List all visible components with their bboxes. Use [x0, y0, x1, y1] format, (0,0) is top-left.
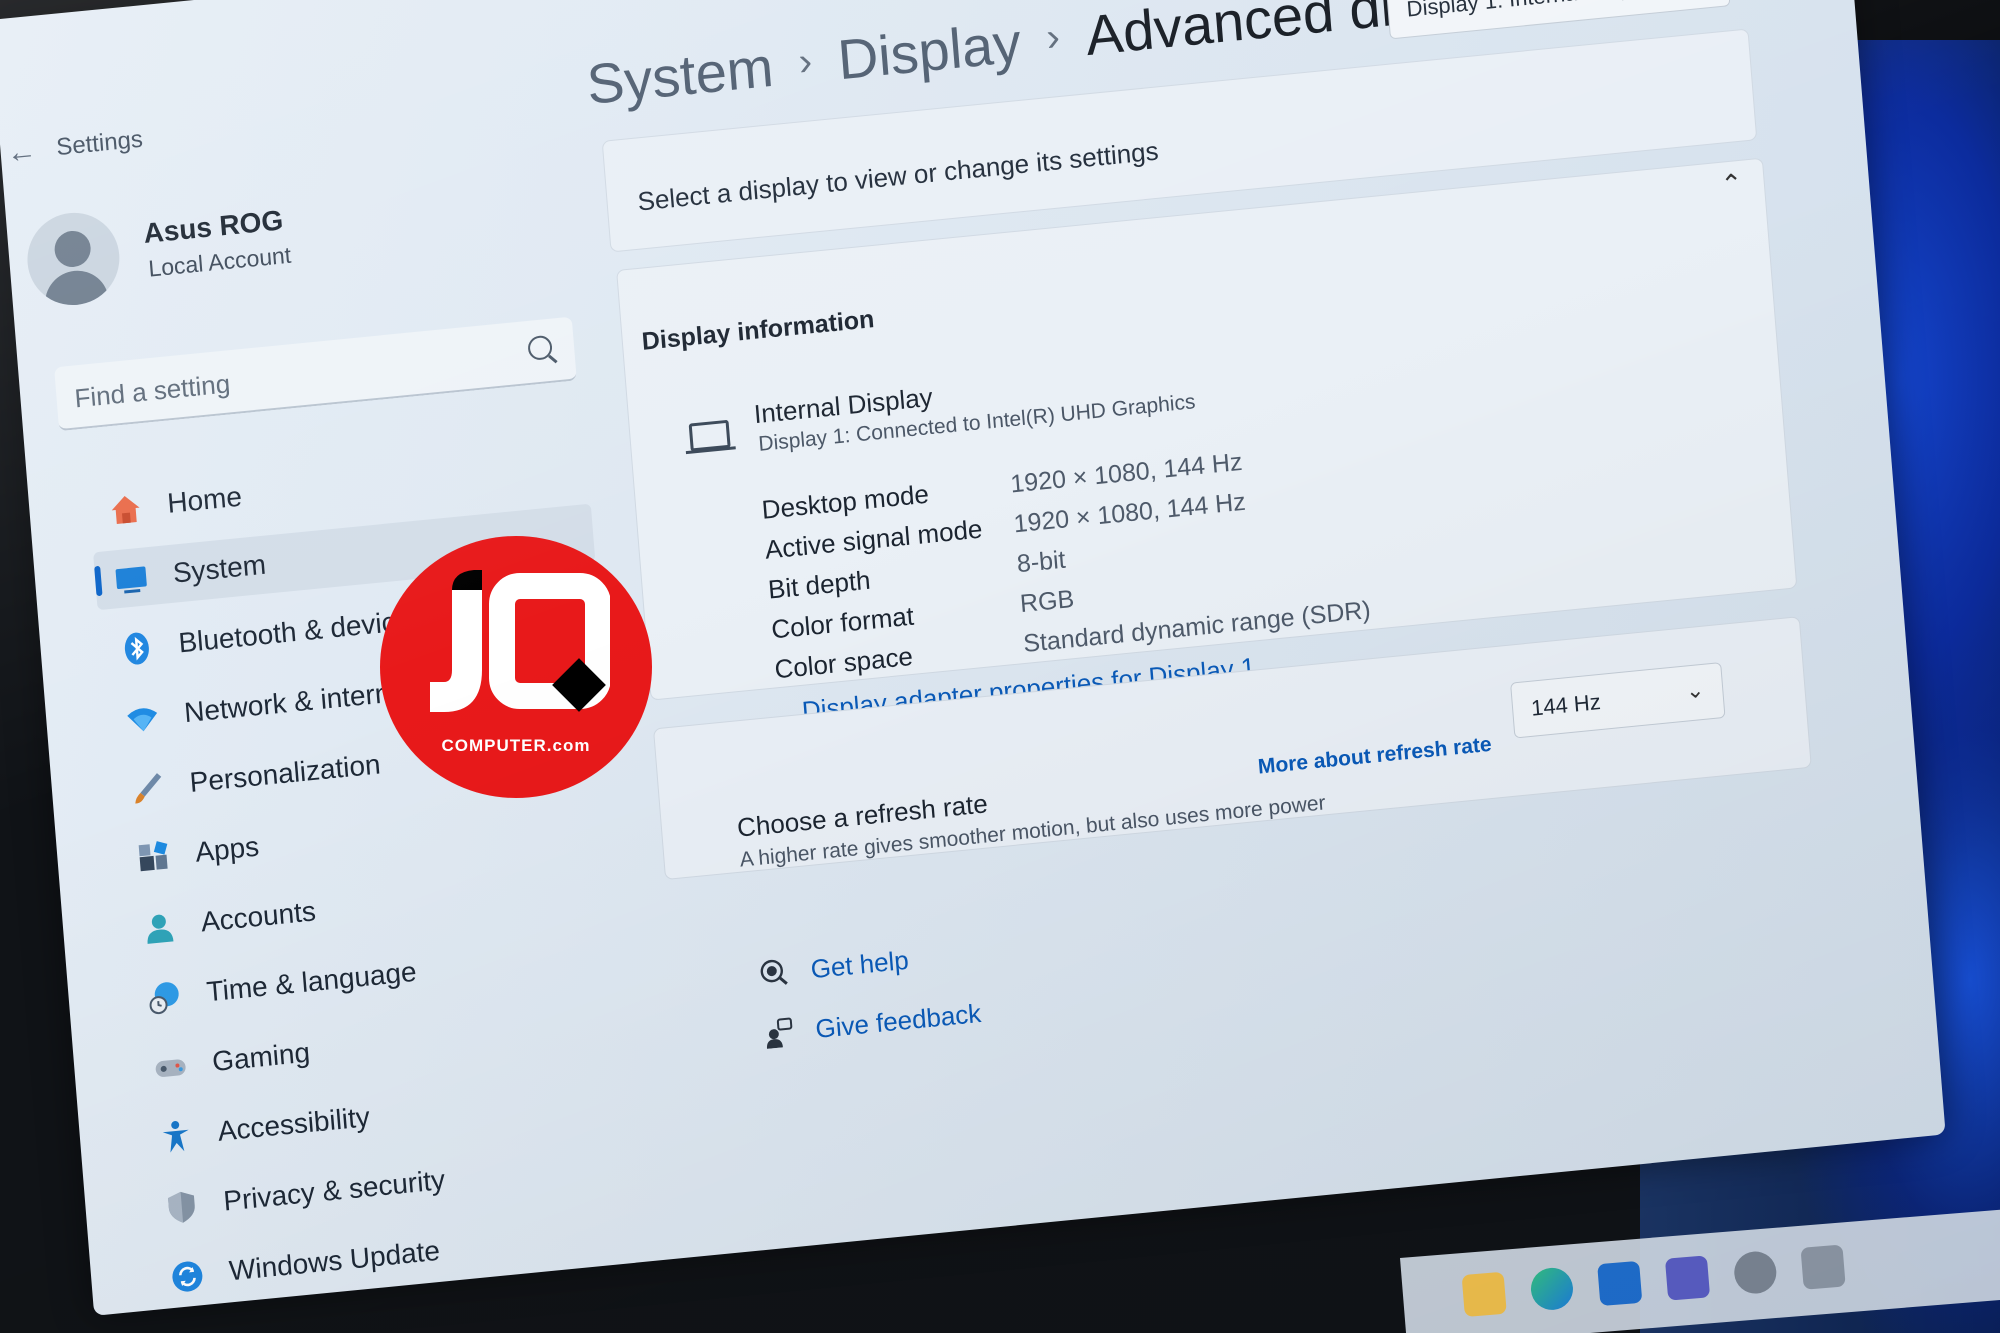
- update-icon: [168, 1257, 207, 1296]
- sidebar-item-label: Personalization: [188, 748, 382, 798]
- file-explorer-icon[interactable]: [1461, 1271, 1507, 1317]
- search-icon[interactable]: [527, 334, 553, 361]
- chevron-down-icon: ⌄: [1684, 676, 1706, 704]
- sidebar-item-label: Privacy & security: [222, 1164, 447, 1217]
- help-icon: [758, 956, 791, 996]
- sidebar-item-label: System: [171, 548, 268, 589]
- sidebar-item-label: Windows Update: [227, 1234, 442, 1287]
- avatar[interactable]: [23, 208, 123, 310]
- breadcrumb-system[interactable]: System: [585, 35, 776, 116]
- store-icon[interactable]: [1597, 1260, 1643, 1307]
- taskbar: [1400, 1208, 2000, 1333]
- sidebar-item-label: Accessibility: [216, 1101, 371, 1147]
- breadcrumb-display[interactable]: Display: [835, 11, 1023, 92]
- breadcrumb-separator: ›: [1044, 14, 1062, 60]
- jq-logo-mark: [430, 570, 610, 712]
- sidebar-item-label: Apps: [194, 830, 261, 868]
- search-placeholder: Find a setting: [73, 368, 232, 414]
- sidebar-item-label: Time & language: [205, 955, 418, 1008]
- jq-computer-logo: COMPUTER.com: [380, 536, 652, 798]
- teams-icon[interactable]: [1664, 1255, 1711, 1301]
- spec-value: 8-bit: [1015, 545, 1067, 579]
- refresh-rate-value: 144 Hz: [1530, 689, 1602, 721]
- back-arrow-icon[interactable]: ←: [5, 134, 38, 171]
- display-select-value: Display 1: Internal Display: [1406, 0, 1661, 23]
- screen: ← Settings Asus ROG Local Account Find a…: [0, 0, 2000, 1333]
- globe-clock-icon: [146, 978, 185, 1017]
- system-icon: [112, 559, 151, 598]
- sidebar-item-label: Home: [166, 480, 243, 519]
- shield-icon: [162, 1187, 201, 1226]
- get-help-link[interactable]: Get help: [810, 945, 910, 985]
- brush-icon: [129, 768, 168, 807]
- controller-icon: [151, 1048, 190, 1087]
- app-title: Settings: [55, 125, 144, 162]
- settings-gear-icon[interactable]: [1732, 1249, 1778, 1296]
- user-name: Asus ROG: [142, 204, 285, 249]
- sidebar-item-label: Accounts: [199, 895, 317, 938]
- wifi-icon: [123, 699, 162, 738]
- laptop-icon: [688, 419, 731, 452]
- apps-icon: [134, 838, 173, 877]
- app-icon[interactable]: [1800, 1244, 1846, 1290]
- spec-value: RGB: [1019, 584, 1076, 619]
- feedback-icon: [763, 1016, 796, 1056]
- sidebar-item-label: Gaming: [211, 1036, 312, 1078]
- bluetooth-icon: [118, 629, 157, 668]
- logo-wordmark: COMPUTER.com: [441, 736, 591, 755]
- breadcrumb-separator: ›: [796, 39, 814, 85]
- chevron-up-icon[interactable]: ⌃: [1720, 168, 1744, 201]
- display-select-dropdown[interactable]: Display 1: Internal Display ⌄: [1385, 0, 1731, 40]
- settings-window: ← Settings Asus ROG Local Account Find a…: [0, 0, 1946, 1316]
- accessibility-icon: [157, 1117, 196, 1156]
- person-icon: [53, 229, 92, 269]
- sidebar-item-label: Network & internet: [182, 674, 415, 729]
- accounts-icon: [140, 908, 179, 947]
- search-input[interactable]: Find a setting: [54, 316, 577, 432]
- user-account-type: Local Account: [147, 241, 293, 282]
- select-display-text: Select a display to view or change its s…: [636, 135, 1160, 217]
- home-icon: [106, 489, 145, 528]
- give-feedback-link[interactable]: Give feedback: [814, 998, 982, 1045]
- edge-icon[interactable]: [1529, 1266, 1575, 1312]
